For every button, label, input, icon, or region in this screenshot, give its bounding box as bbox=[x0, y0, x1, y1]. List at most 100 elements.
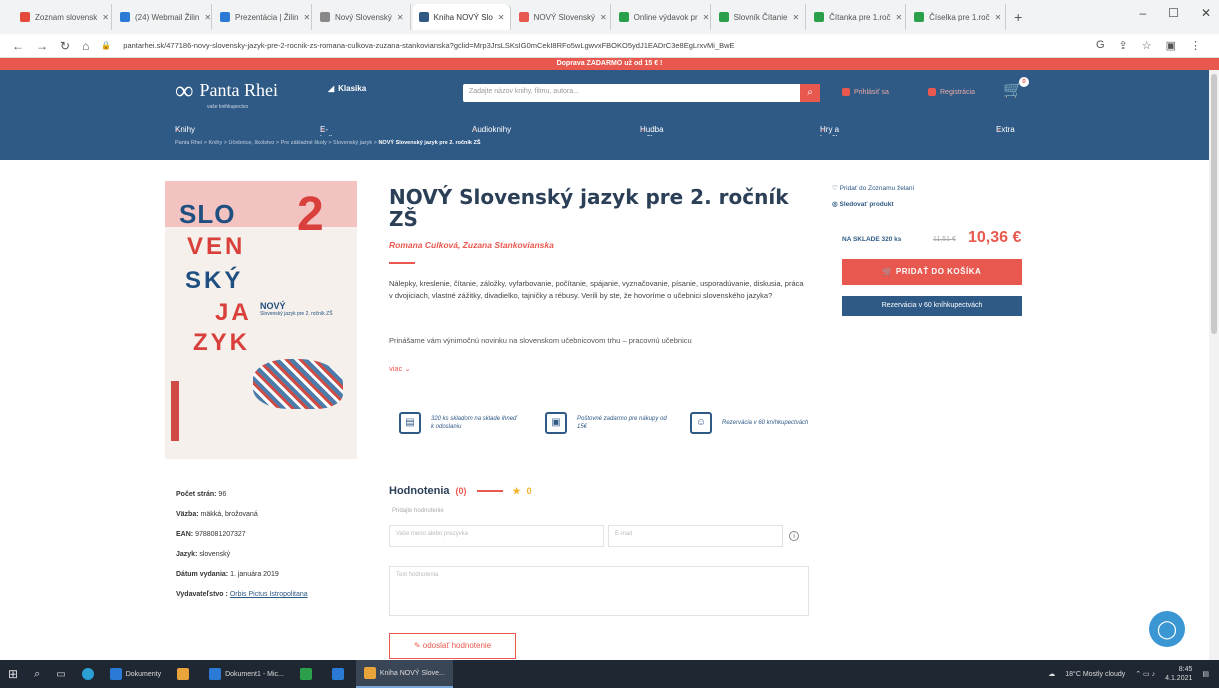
close-tab-icon[interactable]: ✕ bbox=[498, 13, 505, 22]
feature-reservation: ☺ Rezervácia v 60 kníhkupectvách bbox=[690, 412, 812, 434]
taskbar-app[interactable]: Kniha NOVÝ Slove... bbox=[355, 660, 453, 688]
browser-tab[interactable]: NOVÝ Slovenský ✕ bbox=[513, 4, 611, 30]
close-tab-icon[interactable]: ✕ bbox=[397, 13, 404, 22]
extension-icon[interactable]: ▣ bbox=[1166, 39, 1176, 52]
cover-number: 2 bbox=[297, 188, 324, 241]
browser-tab[interactable]: Zoznam slovensk ✕ bbox=[14, 4, 112, 30]
breadcrumb-path[interactable]: Panta Rhei > Knihy > Učebnice, školstvo … bbox=[175, 140, 378, 146]
tray-icons[interactable]: ⌃ ▭ ♪ bbox=[1135, 670, 1155, 678]
product-authors[interactable]: Romana Culková, Zuzana Stankovianska bbox=[389, 240, 554, 250]
close-tab-icon[interactable]: ✕ bbox=[792, 13, 799, 22]
review-textarea[interactable]: Text hodnotenia bbox=[389, 566, 809, 616]
taskbar-app-label: Dokumenty bbox=[125, 670, 162, 678]
scrollbar[interactable] bbox=[1209, 70, 1219, 660]
task-view-icon[interactable]: ▭ bbox=[48, 660, 73, 688]
scrollbar-thumb[interactable] bbox=[1211, 74, 1217, 334]
forward-icon[interactable]: → bbox=[36, 39, 48, 53]
watch-link[interactable]: ◎ Sledovať produkt bbox=[832, 200, 894, 208]
chevron-down-icon: ⌄ bbox=[404, 364, 411, 373]
clock[interactable]: 8:45 4.1.2021 bbox=[1165, 665, 1192, 683]
taskbar-app[interactable]: Dokumenty bbox=[102, 660, 169, 688]
browser-tab[interactable]: Prezentácia | Žilin ✕ bbox=[214, 4, 312, 30]
google-icon[interactable]: G bbox=[1096, 39, 1105, 52]
close-tab-icon[interactable]: ✕ bbox=[995, 13, 1002, 22]
site-logo[interactable]: ∞ Panta Rhei bbox=[175, 77, 278, 103]
wishlist-link[interactable]: ♡ Pridať do Zoznamu želaní bbox=[832, 184, 914, 192]
close-tab-icon[interactable]: ✕ bbox=[204, 13, 211, 22]
tab-label: Zoznam slovensk bbox=[35, 12, 98, 22]
star-icon[interactable]: ☆ bbox=[1142, 39, 1152, 52]
browser-tab[interactable]: Slovník Čítanie ✕ bbox=[713, 4, 807, 30]
search-icon[interactable]: ⌕ bbox=[800, 84, 820, 102]
book-cover[interactable]: SLO 2 VEN SKÝ JA ZYK NOVÝ Slovenský jazyk… bbox=[165, 181, 357, 459]
windows-start-icon[interactable]: ⊞ bbox=[0, 660, 26, 688]
maximize-icon[interactable]: ☐ bbox=[1168, 6, 1179, 20]
detail-label: Počet strán: bbox=[176, 491, 217, 498]
detail-publisher: Vydavateľstvo : Orbis Pictus Istropolita… bbox=[176, 591, 308, 598]
close-tab-icon[interactable]: ✕ bbox=[303, 13, 310, 22]
feature-shipping: ▣ Poštovné zadarmo pre nákupy od 15€ bbox=[545, 412, 667, 434]
detail-date: Dátum vydania: 1. januára 2019 bbox=[176, 571, 279, 578]
login-link[interactable]: Prihlásiť sa bbox=[842, 88, 889, 96]
edge-icon[interactable] bbox=[74, 660, 102, 688]
close-tab-icon[interactable]: ✕ bbox=[896, 13, 903, 22]
email-field[interactable]: E-mail bbox=[608, 525, 783, 547]
close-window-icon[interactable]: ✕ bbox=[1201, 6, 1211, 20]
home-icon[interactable]: ⌂ bbox=[82, 39, 89, 53]
cover-line: VEN bbox=[187, 233, 246, 260]
browser-tab[interactable]: (24) Webmail Žilin ✕ bbox=[114, 4, 212, 30]
reload-icon[interactable]: ↻ bbox=[60, 39, 70, 53]
register-link[interactable]: Registrácia bbox=[928, 88, 975, 96]
chat-icon[interactable]: ◯ bbox=[1149, 611, 1185, 647]
close-tab-icon[interactable]: ✕ bbox=[600, 13, 607, 22]
add-to-cart-button[interactable]: 🛒 PRIDAŤ DO KOŠÍKA bbox=[842, 259, 1022, 285]
more-link[interactable]: viac ⌄ bbox=[389, 364, 411, 373]
search-icon[interactable]: ⌕ bbox=[26, 660, 48, 688]
pencil-icon: ✎ bbox=[413, 641, 421, 650]
stock-status: NA SKLADE 320 ks bbox=[842, 236, 902, 243]
publisher-link[interactable]: Orbis Pictus Istropolitana bbox=[230, 591, 308, 598]
back-icon[interactable]: ← bbox=[12, 39, 24, 53]
favicon-icon bbox=[220, 12, 230, 22]
system-tray: ☁ 18°C Mostly cloudy ⌃ ▭ ♪ 8:45 4.1.2021 … bbox=[1048, 660, 1209, 688]
browser-tab[interactable]: Číselka pre 1.roč ✕ bbox=[908, 4, 1007, 30]
detail-value: mäkká, brožovaná bbox=[200, 511, 258, 518]
reserve-button[interactable]: Rezervácia v 60 kníhkupectvách bbox=[842, 296, 1022, 316]
menu-icon[interactable]: ⋮ bbox=[1190, 39, 1201, 52]
share-icon[interactable]: ⇪ bbox=[1119, 39, 1128, 52]
close-tab-icon[interactable]: ✕ bbox=[703, 13, 710, 22]
browser-tab[interactable]: Online výdavok pr ✕ bbox=[613, 4, 711, 30]
notification-icon[interactable]: ▤ bbox=[1202, 670, 1209, 678]
more-label: viac bbox=[389, 364, 403, 373]
weather-icon: ☁ bbox=[1048, 671, 1056, 678]
browser-tab[interactable]: Nový Slovenský ✕ bbox=[314, 4, 411, 30]
clock-date: 4.1.2021 bbox=[1165, 675, 1193, 682]
browser-tab[interactable]: Čítanka pre 1.roč ✕ bbox=[808, 4, 907, 30]
name-field[interactable]: Vaše meno alebo prezývka bbox=[389, 525, 604, 547]
taskbar-app[interactable]: Dokument1 - Mic... bbox=[201, 660, 292, 688]
tab-label: Nový Slovenský bbox=[335, 12, 392, 22]
detail-value: 96 bbox=[218, 491, 227, 498]
search-input[interactable]: Zadajte názov knihy, filmu, autora... bbox=[463, 84, 803, 102]
feature-text: Poštovné zadarmo pre nákupy od 15€ bbox=[577, 416, 667, 430]
new-tab-icon[interactable]: + bbox=[1014, 9, 1022, 25]
taskbar-app[interactable] bbox=[292, 660, 324, 688]
send-review-button[interactable]: ✎ odoslať hodnotenie bbox=[389, 633, 516, 659]
rating-form-label: Pridajte hodnotenie bbox=[392, 508, 444, 514]
cover-novy-sub: Slovenský jazyk pre 2. ročník ZŠ bbox=[260, 311, 333, 317]
favicon-icon bbox=[120, 12, 130, 22]
app-icon bbox=[331, 668, 344, 680]
minimize-icon[interactable]: – bbox=[1139, 6, 1146, 20]
ratings-count: (0) bbox=[455, 486, 467, 496]
url-field[interactable]: pantarhei.sk/477186-novy-slovensky-jazyk… bbox=[123, 41, 1096, 50]
info-icon[interactable]: i bbox=[789, 531, 799, 541]
taskbar-app[interactable] bbox=[169, 660, 201, 688]
cover-line: JA bbox=[215, 299, 252, 326]
taskbar-app[interactable] bbox=[324, 660, 356, 688]
browser-tab[interactable]: Kniha NOVÝ Slo ✕ bbox=[412, 4, 511, 30]
detail-value: slovenský bbox=[199, 551, 231, 558]
close-tab-icon[interactable]: ✕ bbox=[102, 13, 109, 22]
cart-button[interactable]: 🛒 0 bbox=[1003, 77, 1029, 102]
feature-text: 320 ks skladom na sklade ihneď k odoslan… bbox=[431, 416, 517, 430]
klasika-link[interactable]: ◢ Klasika bbox=[328, 84, 366, 93]
